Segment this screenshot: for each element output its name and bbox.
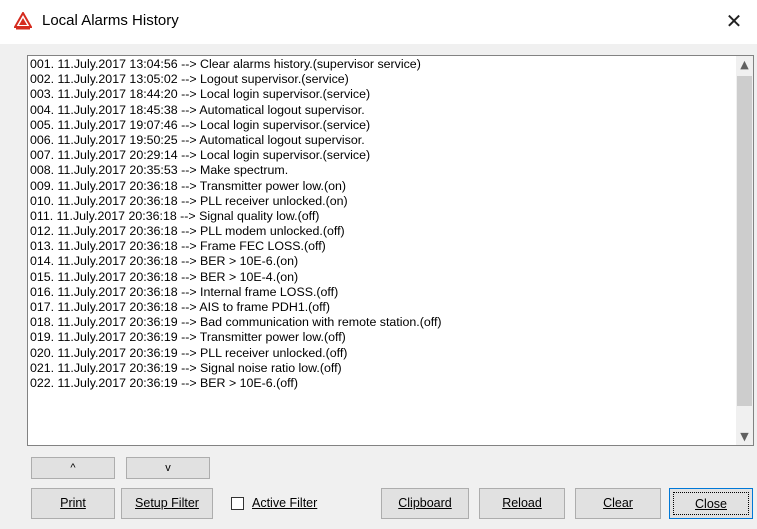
scroll-down-icon[interactable]: ▼	[736, 428, 753, 445]
alarm-entry[interactable]: 010. 11.July.2017 20:36:18 --> PLL recei…	[30, 194, 442, 209]
alarms-history-list[interactable]: 001. 11.July.2017 13:04:56 --> Clear ala…	[27, 55, 754, 446]
alarm-entry[interactable]: 019. 11.July.2017 20:36:19 --> Transmitt…	[30, 330, 442, 345]
print-button-label: Print	[60, 496, 86, 510]
close-focus-ring: Close	[673, 492, 749, 515]
active-filter-label: Active Filter	[252, 496, 318, 510]
alarm-entry[interactable]: 006. 11.July.2017 19:50:25 --> Automatic…	[30, 133, 442, 148]
alarm-entry[interactable]: 016. 11.July.2017 20:36:18 --> Internal …	[30, 285, 442, 300]
alarm-entry[interactable]: 018. 11.July.2017 20:36:19 --> Bad commu…	[30, 315, 442, 330]
vertical-scrollbar[interactable]: ▲ ▼	[736, 56, 753, 445]
alarm-entry[interactable]: 009. 11.July.2017 20:36:18 --> Transmitt…	[30, 179, 442, 194]
scroll-up-icon[interactable]: ▲	[736, 56, 753, 73]
scroll-up-button[interactable]: ^	[31, 457, 115, 479]
clear-button-label: Clear	[603, 496, 633, 510]
print-button[interactable]: Print	[31, 488, 115, 519]
scroll-up-label: ^	[70, 462, 76, 474]
reload-button-label: Reload	[502, 496, 542, 510]
app-logo-icon	[14, 12, 32, 30]
alarm-entry[interactable]: 021. 11.July.2017 20:36:19 --> Signal no…	[30, 361, 442, 376]
alarm-entry[interactable]: 015. 11.July.2017 20:36:18 --> BER > 10E…	[30, 270, 442, 285]
alarm-entry[interactable]: 012. 11.July.2017 20:36:18 --> PLL modem…	[30, 224, 442, 239]
alarm-entry[interactable]: 003. 11.July.2017 18:44:20 --> Local log…	[30, 87, 442, 102]
alarm-entry[interactable]: 004. 11.July.2017 18:45:38 --> Automatic…	[30, 103, 442, 118]
alarm-lines: 001. 11.July.2017 13:04:56 --> Clear ala…	[30, 57, 442, 391]
alarm-entry[interactable]: 013. 11.July.2017 20:36:18 --> Frame FEC…	[30, 239, 442, 254]
alarm-entry[interactable]: 005. 11.July.2017 19:07:46 --> Local log…	[30, 118, 442, 133]
setup-filter-button-label: Setup Filter	[135, 496, 199, 510]
alarm-entry[interactable]: 017. 11.July.2017 20:36:18 --> AIS to fr…	[30, 300, 442, 315]
alarm-entry[interactable]: 020. 11.July.2017 20:36:19 --> PLL recei…	[30, 346, 442, 361]
close-window-icon[interactable]: ✕	[721, 8, 747, 34]
close-button[interactable]: Close	[669, 488, 753, 519]
alarm-entry[interactable]: 022. 11.July.2017 20:36:19 --> BER > 10E…	[30, 376, 442, 391]
alarm-entry[interactable]: 007. 11.July.2017 20:29:14 --> Local log…	[30, 148, 442, 163]
scroll-thumb[interactable]	[737, 76, 752, 406]
alarm-entry[interactable]: 001. 11.July.2017 13:04:56 --> Clear ala…	[30, 57, 442, 72]
alarm-entry[interactable]: 002. 11.July.2017 13:05:02 --> Logout su…	[30, 72, 442, 87]
title-bar: Local Alarms History ✕	[0, 0, 757, 44]
scroll-down-button[interactable]: v	[126, 457, 210, 479]
clear-button[interactable]: Clear	[575, 488, 661, 519]
active-filter-checkbox[interactable]	[231, 497, 244, 510]
setup-filter-button[interactable]: Setup Filter	[121, 488, 213, 519]
close-button-label: Close	[695, 497, 727, 511]
clipboard-button-label: Clipboard	[398, 496, 452, 510]
window-title: Local Alarms History	[42, 12, 179, 29]
scroll-down-label: v	[165, 462, 171, 474]
alarm-entry[interactable]: 014. 11.July.2017 20:36:18 --> BER > 10E…	[30, 254, 442, 269]
alarm-entry[interactable]: 011. 11.July.2017 20:36:18 --> Signal qu…	[30, 209, 442, 224]
clipboard-button[interactable]: Clipboard	[381, 488, 469, 519]
alarm-entry[interactable]: 008. 11.July.2017 20:35:53 --> Make spec…	[30, 163, 442, 178]
reload-button[interactable]: Reload	[479, 488, 565, 519]
